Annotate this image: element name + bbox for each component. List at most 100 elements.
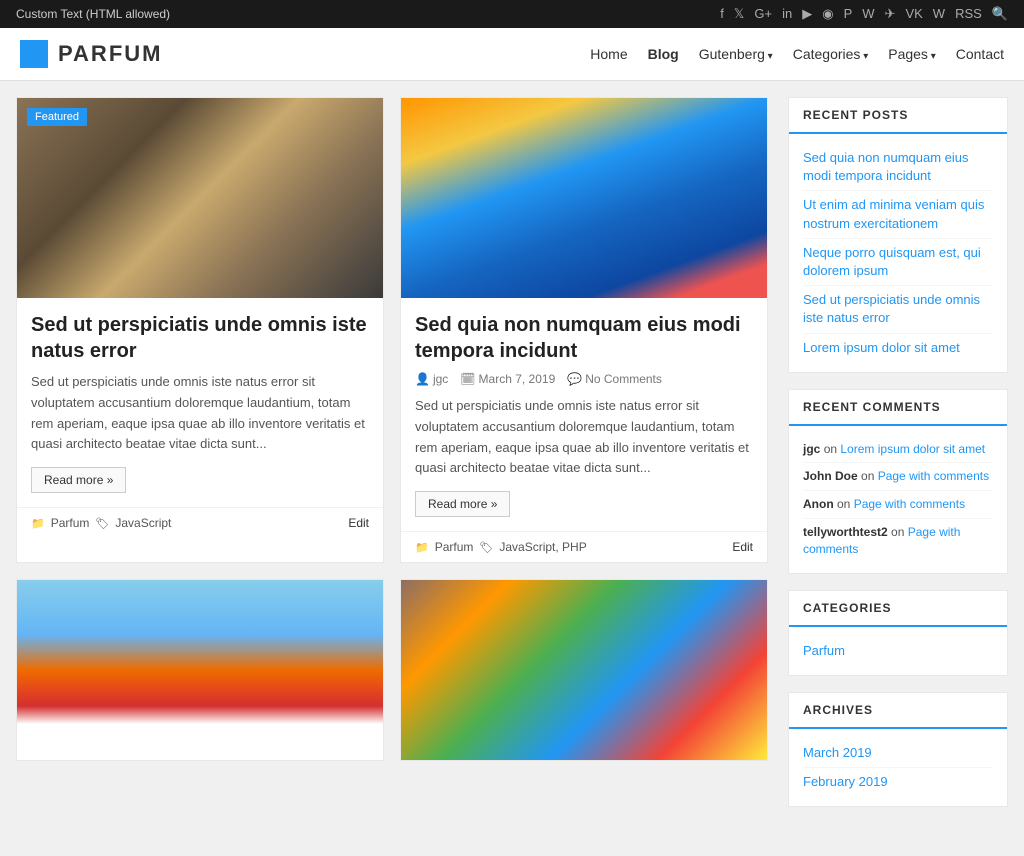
post-thumbnail <box>17 98 383 298</box>
nav-blog[interactable]: Blog <box>648 46 679 62</box>
post-image <box>401 580 767 760</box>
youtube-icon[interactable]: ▶ <box>802 6 812 22</box>
archive-link[interactable]: February 2019 <box>803 768 993 796</box>
logo-box <box>20 40 48 68</box>
comment-link[interactable]: Page with comments <box>854 497 965 511</box>
post-card <box>16 579 384 761</box>
header: PARFUM Home Blog Gutenberg Categories Pa… <box>0 28 1024 81</box>
nav-home[interactable]: Home <box>590 46 627 62</box>
instagram-icon[interactable]: ◉ <box>822 6 833 22</box>
pinterest-icon[interactable]: P <box>844 6 853 22</box>
edit-link[interactable]: Edit <box>732 540 753 554</box>
post-body: Sed quia non numquam eius modi tempora i… <box>401 298 767 531</box>
commenter-name: jgc <box>803 442 820 456</box>
edit-link[interactable]: Edit <box>348 516 369 530</box>
nav-contact[interactable]: Contact <box>956 46 1004 62</box>
comment-action: on <box>891 525 908 539</box>
read-more-button[interactable]: Read more » <box>31 467 126 493</box>
nav-categories[interactable]: Categories <box>793 46 869 62</box>
post-author: 👤 jgc <box>415 372 448 386</box>
content-area: Featured Sed ut perspiciatis unde omnis … <box>16 97 768 823</box>
telegram-icon[interactable]: ✈ <box>885 6 896 22</box>
topbar: Custom Text (HTML allowed) f 𝕏 G+ in ▶ ◉… <box>0 0 1024 28</box>
whatsapp-icon[interactable]: W <box>933 6 945 22</box>
sidebar: RECENT POSTS Sed quia non numquam eius m… <box>788 97 1008 823</box>
googleplus-icon[interactable]: G+ <box>754 6 772 22</box>
comment-item: Anon on Page with comments <box>803 491 993 519</box>
commenter-name: John Doe <box>803 469 858 483</box>
recent-comments-list: jgc on Lorem ipsum dolor sit amet John D… <box>789 426 1007 573</box>
comment-link[interactable]: Lorem ipsum dolor sit amet <box>840 442 985 456</box>
post-footer: Parfum JavaScript, PHP Edit <box>401 531 767 562</box>
archive-link[interactable]: March 2019 <box>803 739 993 768</box>
nav-gutenberg[interactable]: Gutenberg <box>699 46 773 62</box>
post-footer: Parfum JavaScript Edit <box>17 507 383 538</box>
comment-item: jgc on Lorem ipsum dolor sit amet <box>803 436 993 464</box>
category-icon <box>31 516 45 530</box>
post-date: 🗓 March 7, 2019 <box>460 372 555 386</box>
post-image <box>17 580 383 760</box>
logo-text: PARFUM <box>58 41 162 67</box>
post-category[interactable]: Parfum <box>435 540 474 554</box>
recent-posts-widget: RECENT POSTS Sed quia non numquam eius m… <box>788 97 1008 373</box>
topbar-custom-text: Custom Text (HTML allowed) <box>16 7 170 21</box>
comment-action: on <box>837 497 854 511</box>
categories-widget: CATEGORIES Parfum <box>788 590 1008 676</box>
search-icon[interactable]: 🔍 <box>992 6 1008 22</box>
category-link[interactable]: Parfum <box>803 637 993 665</box>
logo: PARFUM <box>20 40 162 68</box>
commenter-name: tellyworthtest2 <box>803 525 888 539</box>
recent-posts-title: RECENT POSTS <box>789 98 1007 134</box>
category-icon <box>415 540 429 554</box>
recent-comments-title: RECENT COMMENTS <box>789 390 1007 426</box>
post-meta: 👤 jgc 🗓 March 7, 2019 💬 No Comments <box>415 372 753 386</box>
categories-title: CATEGORIES <box>789 591 1007 627</box>
post-thumbnail <box>401 580 767 760</box>
tag-icon <box>95 516 109 530</box>
post-thumbnail <box>401 98 767 298</box>
nav-pages[interactable]: Pages <box>888 46 936 62</box>
main-wrapper: Featured Sed ut perspiciatis unde omnis … <box>0 81 1024 839</box>
wordpress-icon[interactable]: W <box>862 6 874 22</box>
post-card <box>400 579 768 761</box>
post-excerpt: Sed ut perspiciatis unde omnis iste natu… <box>415 396 753 479</box>
post-card: Sed quia non numquam eius modi tempora i… <box>400 97 768 563</box>
archives-widget: ARCHIVES March 2019 February 2019 <box>788 692 1008 807</box>
linkedin-icon[interactable]: in <box>782 6 792 22</box>
featured-badge: Featured <box>27 108 87 126</box>
recent-post-link[interactable]: Neque porro quisquam est, qui dolorem ip… <box>803 239 993 286</box>
comment-action: on <box>824 442 841 456</box>
post-image <box>401 98 767 298</box>
tag-icon <box>479 540 493 554</box>
comment-action: on <box>861 469 878 483</box>
post-comments: 💬 No Comments <box>567 372 662 386</box>
recent-post-link[interactable]: Lorem ipsum dolor sit amet <box>803 334 993 362</box>
recent-post-link[interactable]: Ut enim ad minima veniam quis nostrum ex… <box>803 191 993 238</box>
recent-posts-list: Sed quia non numquam eius modi tempora i… <box>789 134 1007 372</box>
social-icons: f 𝕏 G+ in ▶ ◉ P W ✈ VK W RSS 🔍 <box>720 6 1008 22</box>
recent-post-link[interactable]: Sed ut perspiciatis unde omnis iste natu… <box>803 286 993 333</box>
main-nav: Home Blog Gutenberg Categories Pages Con… <box>590 46 1004 62</box>
post-tags[interactable]: JavaScript, PHP <box>499 540 586 554</box>
post-title[interactable]: Sed ut perspiciatis unde omnis iste natu… <box>31 312 369 364</box>
comment-item: John Doe on Page with comments <box>803 463 993 491</box>
archives-title: ARCHIVES <box>789 693 1007 729</box>
post-category[interactable]: Parfum <box>51 516 90 530</box>
post-body: Sed ut perspiciatis unde omnis iste natu… <box>17 298 383 507</box>
post-excerpt: Sed ut perspiciatis unde omnis iste natu… <box>31 372 369 455</box>
recent-post-link[interactable]: Sed quia non numquam eius modi tempora i… <box>803 144 993 191</box>
vk-icon[interactable]: VK <box>905 6 922 22</box>
recent-comments-widget: RECENT COMMENTS jgc on Lorem ipsum dolor… <box>788 389 1008 574</box>
rss-icon[interactable]: RSS <box>955 6 982 22</box>
comment-link[interactable]: Page with comments <box>878 469 989 483</box>
post-card: Featured Sed ut perspiciatis unde omnis … <box>16 97 384 563</box>
post-image: Featured <box>17 98 383 298</box>
facebook-icon[interactable]: f <box>720 6 724 22</box>
twitter-icon[interactable]: 𝕏 <box>734 6 744 22</box>
post-thumbnail <box>17 580 383 760</box>
categories-list: Parfum <box>789 627 1007 675</box>
post-title[interactable]: Sed quia non numquam eius modi tempora i… <box>415 312 753 364</box>
archives-list: March 2019 February 2019 <box>789 729 1007 806</box>
post-tags[interactable]: JavaScript <box>115 516 171 530</box>
read-more-button[interactable]: Read more » <box>415 491 510 517</box>
